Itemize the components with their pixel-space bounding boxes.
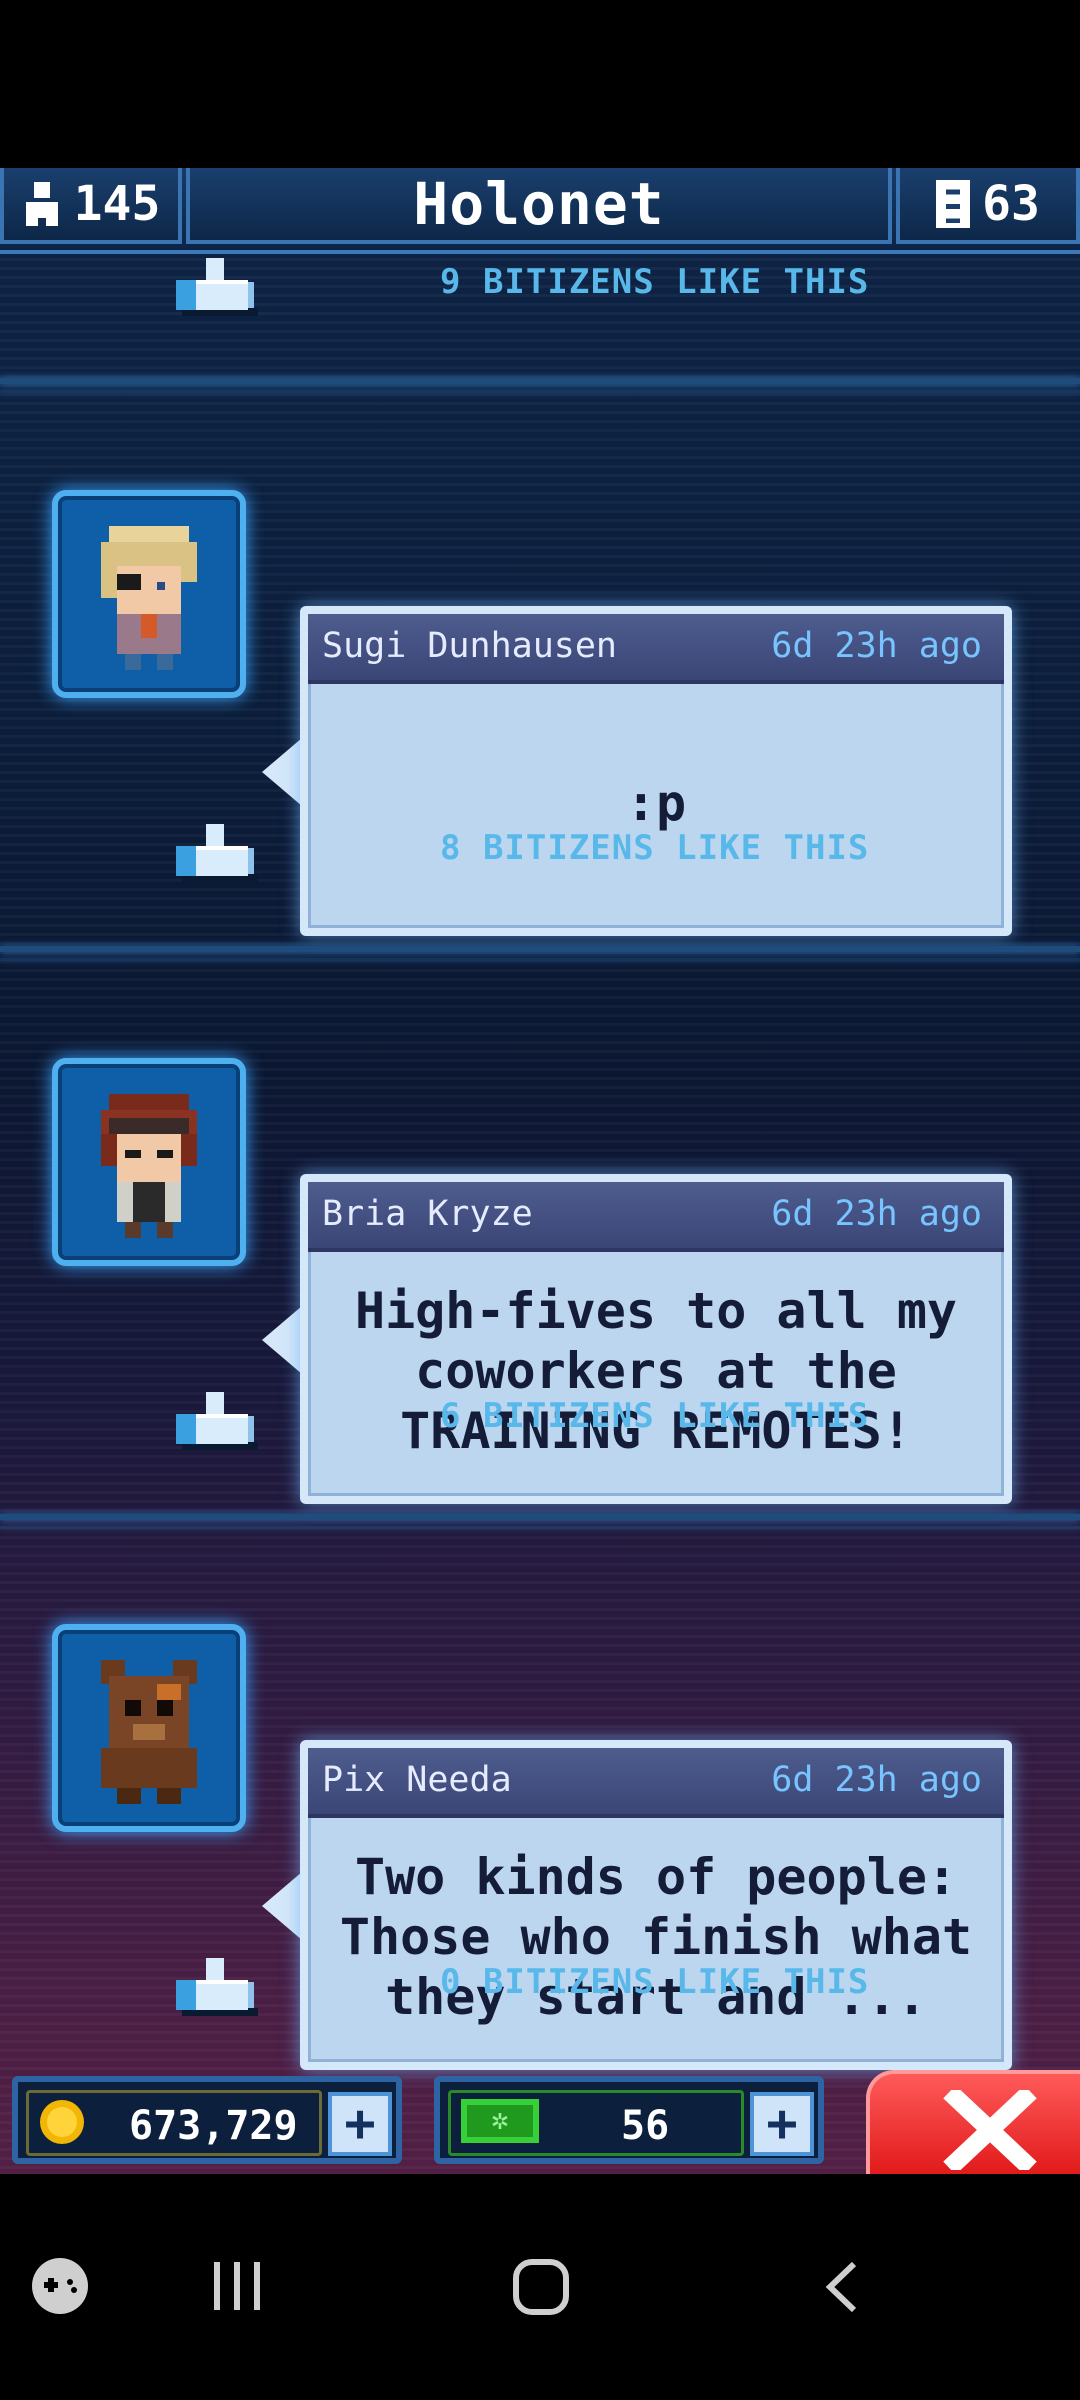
plus-icon: +	[344, 2094, 376, 2154]
close-icon	[943, 2090, 1037, 2170]
post-bubble[interactable]: Pix Needa 6d 23h ago Two kinds of people…	[300, 1740, 1012, 2070]
add-coins-button[interactable]: +	[328, 2092, 392, 2156]
post-likes-row: 9 BITIZENS LIKE THIS	[0, 254, 1080, 316]
post-likes-row: 8 BITIZENS LIKE THIS	[0, 820, 1080, 882]
add-bux-button[interactable]: +	[750, 2092, 814, 2156]
author-name[interactable]: Bria Kryze	[322, 1194, 533, 1234]
close-button[interactable]	[866, 2070, 1080, 2178]
post-header: Bria Kryze 6d 23h ago	[308, 1182, 1004, 1252]
avatar[interactable]	[52, 490, 246, 698]
post-divider	[0, 1514, 1080, 1520]
bux-panel: ✲ 56 +	[434, 2076, 824, 2164]
coins-panel: 673,729 +	[12, 2076, 402, 2164]
system-navigation-bar	[0, 2174, 1080, 2400]
thumbs-up-icon[interactable]	[176, 1388, 258, 1450]
bubble-tail	[262, 738, 302, 806]
post-divider	[0, 958, 1080, 961]
floors-counter[interactable]: 63	[896, 168, 1080, 244]
post-time: 6d 23h ago	[771, 1760, 982, 1800]
population-counter[interactable]: 145	[0, 168, 182, 244]
bubble-tail	[262, 1306, 302, 1374]
top-bar: 145 Holonet 63	[0, 168, 1080, 254]
author-name[interactable]: Pix Needa	[322, 1760, 512, 1800]
coins-amount: 673,729	[129, 2103, 298, 2149]
post-bubble[interactable]: Sugi Dunhausen 6d 23h ago :p	[300, 606, 1012, 936]
thumbs-up-icon[interactable]	[176, 820, 258, 882]
bitizen-sprite	[101, 1094, 197, 1238]
coins-display: 673,729	[26, 2090, 322, 2156]
likes-count: 8 BITIZENS LIKE THIS	[440, 828, 870, 868]
post-divider	[0, 390, 1080, 393]
author-name[interactable]: Sugi Dunhausen	[322, 626, 617, 666]
post-time: 6d 23h ago	[771, 1194, 982, 1234]
avatar[interactable]	[52, 1058, 246, 1266]
home-icon[interactable]	[512, 2258, 570, 2316]
bottom-bar: 673,729 + ✲ 56 +	[0, 2070, 1080, 2178]
post-divider	[0, 378, 1080, 384]
coin-icon	[40, 2100, 84, 2144]
likes-count: 9 BITIZENS LIKE THIS	[440, 262, 870, 302]
post-time: 6d 23h ago	[771, 626, 982, 666]
post-likes-row: 0 BITIZENS LIKE THIS	[0, 1954, 1080, 2016]
elevator-icon	[936, 180, 970, 228]
bux-icon: ✲	[461, 2099, 539, 2143]
likes-count: 6 BITIZENS LIKE THIS	[440, 1396, 870, 1436]
back-icon[interactable]	[824, 2260, 860, 2314]
svg-text:✲: ✲	[491, 2110, 509, 2135]
post-divider	[0, 1526, 1080, 1529]
bux-display: ✲ 56	[448, 2090, 744, 2156]
post-header: Pix Needa 6d 23h ago	[308, 1748, 1004, 1818]
post-header: Sugi Dunhausen 6d 23h ago	[308, 614, 1004, 684]
likes-count: 0 BITIZENS LIKE THIS	[440, 1962, 870, 2002]
plus-icon: +	[766, 2094, 798, 2154]
post-divider	[0, 946, 1080, 952]
person-icon	[22, 182, 62, 226]
page-title: Holonet	[186, 168, 892, 244]
thumbs-up-icon[interactable]	[176, 254, 258, 316]
bitizen-sprite	[101, 526, 197, 670]
population-count: 145	[73, 176, 161, 232]
avatar[interactable]	[52, 1624, 246, 1832]
bubble-tail	[262, 1872, 302, 1940]
floors-count: 63	[982, 176, 1040, 232]
recents-icon[interactable]	[210, 2260, 264, 2312]
thumbs-up-icon[interactable]	[176, 1954, 258, 2016]
bux-amount: 56	[621, 2103, 670, 2149]
game-launcher-icon[interactable]	[30, 2256, 90, 2316]
post-likes-row: 6 BITIZENS LIKE THIS	[0, 1388, 1080, 1450]
holonet-feed[interactable]: 9 BITIZENS LIKE THIS Sugi Dunhausen 6d 2…	[0, 168, 1080, 2174]
bitizen-sprite	[101, 1660, 197, 1804]
post-bubble[interactable]: Bria Kryze 6d 23h ago High-fives to all …	[300, 1174, 1012, 1504]
